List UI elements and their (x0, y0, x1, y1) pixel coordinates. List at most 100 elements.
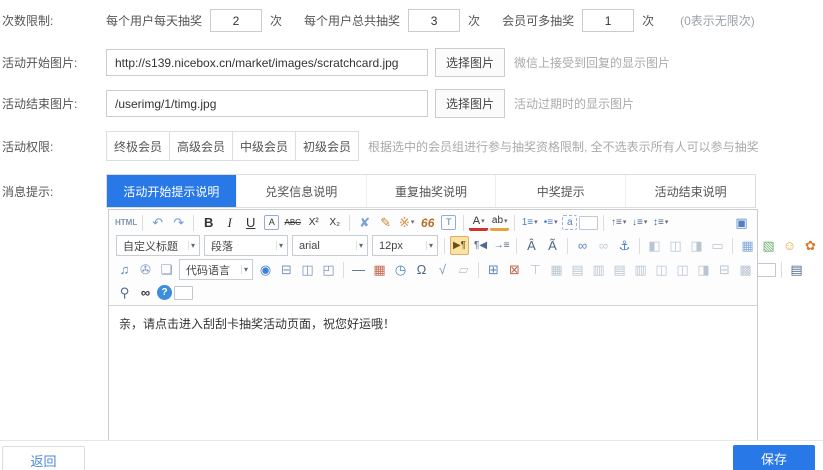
font-family-select[interactable]: arial▾ (292, 235, 368, 256)
print-icon[interactable]: ▤ (787, 260, 806, 279)
bold-icon[interactable]: B (199, 213, 218, 232)
line-spacing-icon[interactable]: ↕≡▾ (651, 213, 670, 232)
member-extra-label: 会员可多抽奖 (502, 12, 574, 29)
split-row-icon[interactable]: ◫ (652, 260, 671, 279)
insert-row-icon[interactable]: ▤ (568, 260, 587, 279)
remove-format-icon[interactable]: ✘ (355, 213, 374, 232)
end-image-pick-button[interactable]: 选择图片 (435, 89, 505, 118)
preview-icon[interactable]: ⚲ (115, 283, 134, 302)
message-tab-4[interactable]: 活动结束说明 (625, 175, 755, 207)
table-title-icon[interactable]: ⊤ (526, 260, 545, 279)
anchor-inline-icon[interactable]: a (562, 215, 577, 230)
unlink-icon[interactable]: ∞ (594, 236, 613, 255)
strikethrough-icon[interactable]: ABC (283, 213, 302, 232)
blockquote-icon[interactable]: 66 (418, 213, 437, 232)
merge-down-icon[interactable]: ⊟ (715, 260, 734, 279)
link-icon[interactable]: ∞ (573, 236, 592, 255)
horizontal-rule-icon[interactable]: — (349, 260, 368, 279)
delete-table-icon[interactable]: ⊠ (505, 260, 524, 279)
indent-icon[interactable]: →≡ (492, 236, 511, 255)
start-image-pick-button[interactable]: 选择图片 (435, 48, 505, 77)
find-replace-icon[interactable]: ∞ (136, 283, 155, 302)
image-align-left-icon[interactable]: ◧ (645, 236, 664, 255)
insert-code-icon[interactable]: ❏ (157, 260, 176, 279)
custom-title-select[interactable]: 自定义标题▾ (116, 235, 200, 256)
italic-icon[interactable]: I (220, 213, 239, 232)
map-icon[interactable]: ◉ (256, 260, 275, 279)
paragraph-spacing-bottom-icon[interactable]: ↓≡▾ (630, 213, 649, 232)
message-tab-3[interactable]: 中奖提示 (495, 175, 625, 207)
toolbar-separator (193, 215, 194, 231)
special-char-icon[interactable]: Ω (412, 260, 431, 279)
highlight-color-icon[interactable]: ab▾ (490, 215, 509, 231)
merge-right-icon[interactable]: ◨ (694, 260, 713, 279)
merge-cells-icon[interactable]: ▦ (547, 260, 566, 279)
superscript-icon[interactable]: X² (304, 213, 323, 232)
formula-icon[interactable]: √ (433, 260, 452, 279)
per-day-input[interactable] (210, 9, 262, 32)
message-tab-1[interactable]: 兑奖信息说明 (236, 175, 366, 207)
permission-option-2[interactable]: 中级会员 (232, 131, 296, 161)
message-tab-2[interactable]: 重复抽奖说明 (366, 175, 496, 207)
permission-option-3[interactable]: 初级会员 (295, 131, 359, 161)
delete-col-icon[interactable]: ▥ (631, 260, 650, 279)
text-direction-icon[interactable]: ¶◀ (471, 236, 490, 255)
insert-col-icon[interactable]: ▥ (589, 260, 608, 279)
blank-doc-icon[interactable] (757, 263, 776, 277)
back-button[interactable]: 返回 (2, 446, 85, 470)
template-icon[interactable]: ◫ (298, 260, 317, 279)
attachment-icon[interactable]: ✇ (136, 260, 155, 279)
insert-table-icon[interactable]: ⊞ (484, 260, 503, 279)
image-align-right-icon[interactable]: ◨ (687, 236, 706, 255)
char-border-icon[interactable]: A (264, 215, 279, 230)
help-icon[interactable]: ? (157, 285, 172, 300)
unordered-list-icon[interactable]: •≡▾ (541, 213, 560, 232)
paste-text-icon[interactable]: T (441, 215, 456, 230)
clear-doc-icon[interactable] (579, 216, 598, 230)
first-line-indent-icon[interactable]: ▶¶ (450, 236, 469, 255)
time-icon[interactable]: ◷ (391, 260, 410, 279)
insert-image-icon[interactable]: ▦ (738, 236, 757, 255)
subscript-icon[interactable]: X₂ (325, 213, 344, 232)
paragraph-spacing-top-icon[interactable]: ↑≡▾ (609, 213, 628, 232)
fullscreen-icon[interactable]: ▣ (732, 213, 751, 232)
font-color-icon[interactable]: A▾ (469, 215, 488, 231)
chart-icon[interactable]: ▱ (454, 260, 473, 279)
emoji-icon[interactable]: ☺ (780, 236, 799, 255)
pagebreak-icon[interactable]: ⊟ (277, 260, 296, 279)
redo-icon[interactable]: ↷ (169, 213, 188, 232)
code-language-select[interactable]: 代码语言▾ (179, 259, 253, 280)
sort-table-icon[interactable]: ▩ (736, 260, 755, 279)
font-family-select-value: arial (299, 240, 320, 252)
delete-row-icon[interactable]: ▤ (610, 260, 629, 279)
split-col-icon[interactable]: ◫ (673, 260, 692, 279)
screenshot-icon[interactable]: ◰ (319, 260, 338, 279)
scrawl-icon[interactable]: ▧ (759, 236, 778, 255)
end-image-input[interactable] (106, 90, 428, 117)
editor-content[interactable]: 亲，请点击进入刮刮卡抽奖活动页面，祝您好运哦！ (109, 306, 757, 446)
message-tab-0[interactable]: 活动开始提示说明 (107, 175, 236, 207)
to-uppercase-icon[interactable]: Â (522, 236, 541, 255)
save-button[interactable]: 保存 (733, 445, 815, 470)
format-painter-icon[interactable]: ✎ (376, 213, 395, 232)
member-extra-input[interactable] (582, 9, 634, 32)
paste-icon[interactable] (174, 286, 193, 300)
font-size-select[interactable]: 12px▾ (372, 235, 438, 256)
underline-icon[interactable]: U (241, 213, 260, 232)
start-image-input[interactable] (106, 49, 428, 76)
date-icon[interactable]: ▦ (370, 260, 389, 279)
image-align-center-icon[interactable]: ◫ (666, 236, 685, 255)
image-align-none-icon[interactable]: ▭ (708, 236, 727, 255)
autotypeset-icon[interactable]: ※▾ (397, 213, 416, 232)
permission-option-0[interactable]: 终极会员 (106, 131, 170, 161)
undo-icon[interactable]: ↶ (148, 213, 167, 232)
word-image-icon[interactable]: ✿ (801, 236, 820, 255)
ordered-list-icon[interactable]: 1≡▾ (520, 213, 539, 232)
music-icon[interactable]: ♫ (115, 260, 134, 279)
total-input[interactable] (408, 9, 460, 32)
source-code-button[interactable]: HTML (115, 213, 137, 232)
to-lowercase-icon[interactable]: Ã (543, 236, 562, 255)
permission-option-1[interactable]: 高级会员 (169, 131, 233, 161)
paragraph-select[interactable]: 段落▾ (204, 235, 288, 256)
anchor-icon[interactable]: ⚓ (615, 236, 634, 255)
